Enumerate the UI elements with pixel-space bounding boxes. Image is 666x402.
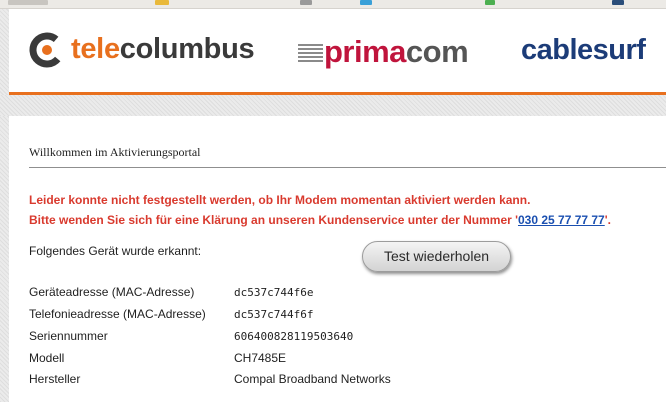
page-background-stripes (0, 9, 9, 402)
device-row-mac: Geräteadresse (MAC-Adresse) dc537c744f6e (29, 285, 649, 305)
device-manufacturer-value: Compal Broadband Networks (234, 372, 391, 386)
brand-header: telecolumbus primacom cablesurf (9, 10, 666, 92)
primacom-wordmark: primacom (324, 34, 469, 69)
browser-toolbar-strip (0, 0, 666, 9)
primacom-lines-icon (298, 44, 323, 64)
page-title: Willkommen im Aktivierungsportal (29, 145, 201, 159)
device-row-serial: Seriennummer 606400828119503640 (29, 329, 649, 349)
cablesurf-logo: cablesurf (521, 34, 646, 66)
primacom-logo: primacom (298, 32, 488, 72)
device-row-manufacturer: Hersteller Compal Broadband Networks (29, 372, 649, 392)
error-suffix: '. (604, 213, 611, 227)
toolbar-fragment (485, 0, 495, 5)
error-message-line-1: Leider konnte nicht festgestellt werden,… (29, 193, 531, 207)
support-phone-link[interactable]: 030 25 77 77 77 (518, 213, 605, 227)
device-model-value: CH7485E (234, 351, 287, 365)
toolbar-fragment (8, 0, 48, 5)
retry-test-button[interactable]: Test wiederholen (362, 241, 511, 272)
telecolumbus-wordmark: telecolumbus (71, 33, 255, 65)
title-divider (29, 167, 666, 168)
device-row-label: Modell (29, 351, 65, 365)
toolbar-fragment (360, 0, 372, 5)
toolbar-fragment (612, 0, 624, 5)
detected-device-label: Folgendes Gerät wurde erkannt: (29, 244, 202, 258)
error-prefix: Bitte wenden Sie sich für eine Klärung a… (29, 213, 518, 227)
device-telephony-mac-value: dc537c744f6f (234, 308, 314, 321)
telecolumbus-c-icon (29, 32, 65, 68)
error-message-line-2: Bitte wenden Sie sich für eine Klärung a… (29, 213, 611, 227)
device-row-label: Hersteller (29, 372, 81, 386)
activation-panel: Willkommen im Aktivierungsportal Leider … (9, 116, 666, 402)
device-row-label: Seriennummer (29, 329, 108, 343)
telecolumbus-logo: telecolumbus (29, 30, 269, 70)
device-row-label: Telefonieadresse (MAC-Adresse) (29, 307, 206, 321)
device-row-model: Modell CH7485E (29, 351, 649, 371)
toolbar-fragment (300, 0, 312, 5)
toolbar-fragment (155, 0, 169, 5)
device-row-label: Geräteadresse (MAC-Adresse) (29, 285, 195, 299)
device-serial-value: 606400828119503640 (234, 330, 354, 343)
stripe-band (0, 95, 666, 116)
device-mac-value: dc537c744f6e (234, 286, 314, 299)
device-row-telephony-mac: Telefonieadresse (MAC-Adresse) dc537c744… (29, 307, 649, 327)
